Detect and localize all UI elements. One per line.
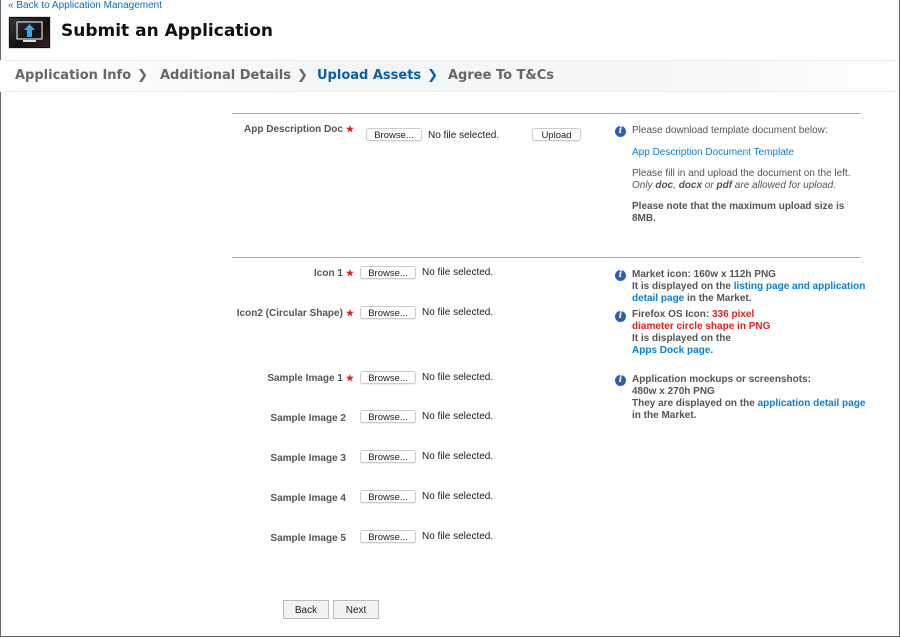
- detail-page-link[interactable]: detail page: [632, 293, 684, 304]
- sample-images-info: Application mockups or screenshots: 480w…: [632, 374, 866, 421]
- required-star-icon: ★: [345, 124, 354, 134]
- market-icon-info: Market icon: 160w x 112h PNG It is displ…: [632, 269, 866, 304]
- icon2-label: Icon2 (Circular Shape) ★: [236, 308, 354, 319]
- page-title: Submit an Application: [61, 21, 274, 41]
- doc-info-line: Please download template document below:: [632, 125, 828, 136]
- sample-image-2-label: Sample Image 2: [270, 413, 346, 424]
- chevron-right-icon: ❯: [427, 68, 439, 83]
- chevron-right-icon: ❯: [137, 68, 149, 83]
- sample-image-5-browse-button[interactable]: Browse...: [360, 530, 416, 543]
- sample-image-3-browse-button[interactable]: Browse...: [360, 450, 416, 463]
- sample-image-3-file-status: No file selected.: [422, 451, 494, 462]
- info-icon: i: [615, 311, 626, 322]
- sample-image-4-file-status: No file selected.: [422, 491, 494, 502]
- max-size-note: Please note that the maximum upload size…: [632, 201, 845, 224]
- app-description-doc-file-status: No file selected.: [428, 130, 500, 141]
- firefox-os-icon-info: Firefox OS Icon: 336 pixel diameter circ…: [632, 309, 771, 357]
- upload-monitor-icon: [8, 16, 51, 49]
- section-divider: [232, 113, 861, 114]
- required-star-icon: ★: [345, 373, 354, 383]
- listing-page-link[interactable]: listing page and application: [734, 281, 866, 292]
- back-button[interactable]: Back: [283, 600, 329, 619]
- sample-image-2-file-status: No file selected.: [422, 411, 494, 422]
- doc-info-instructions: Please fill in and upload the document o…: [632, 168, 851, 191]
- icon2-browse-button[interactable]: Browse...: [360, 306, 416, 319]
- step-agree-tcs[interactable]: Agree To T&Cs: [448, 68, 554, 83]
- template-download-link[interactable]: App Description Document Template: [632, 147, 794, 159]
- info-icon: i: [615, 270, 626, 281]
- icon1-file-status: No file selected.: [422, 267, 494, 278]
- upload-button[interactable]: Upload: [532, 128, 581, 141]
- section-divider: [232, 257, 861, 258]
- wizard-steps: Application Info ❯ Additional Details ❯ Up…: [0, 60, 898, 92]
- sample-image-4-label: Sample Image 4: [270, 493, 346, 504]
- sample-image-5-file-status: No file selected.: [422, 531, 494, 542]
- back-to-management-link[interactable]: « Back to Application Management: [8, 0, 162, 11]
- step-application-info[interactable]: Application Info ❯: [15, 68, 148, 83]
- app-description-doc-label: App Description Doc ★: [244, 124, 354, 135]
- sample-image-4-browse-button[interactable]: Browse...: [360, 490, 416, 503]
- sample-image-1-label: Sample Image 1 ★: [267, 373, 354, 384]
- required-star-icon: ★: [345, 308, 354, 318]
- step-upload-assets[interactable]: Upload Assets ❯: [317, 68, 438, 83]
- required-star-icon: ★: [345, 268, 354, 278]
- sample-image-1-file-status: No file selected.: [422, 372, 494, 383]
- sample-image-2-browse-button[interactable]: Browse...: [360, 410, 416, 423]
- icon1-label: Icon 1 ★: [314, 268, 354, 279]
- step-additional-details[interactable]: Additional Details ❯: [160, 68, 308, 83]
- next-button[interactable]: Next: [333, 600, 379, 619]
- sample-image-3-label: Sample Image 3: [270, 453, 346, 464]
- icon2-file-status: No file selected.: [422, 307, 494, 318]
- info-icon: i: [615, 375, 626, 386]
- app-description-doc-browse-button[interactable]: Browse...: [366, 128, 422, 141]
- apps-dock-page-link[interactable]: Apps Dock page.: [632, 345, 770, 357]
- info-icon: i: [615, 126, 626, 137]
- application-detail-page-link[interactable]: application detail page: [758, 398, 866, 409]
- icon1-browse-button[interactable]: Browse...: [360, 266, 416, 279]
- sample-image-5-label: Sample Image 5: [270, 533, 346, 544]
- chevron-right-icon: ❯: [296, 68, 308, 83]
- sample-image-1-browse-button[interactable]: Browse...: [360, 371, 416, 384]
